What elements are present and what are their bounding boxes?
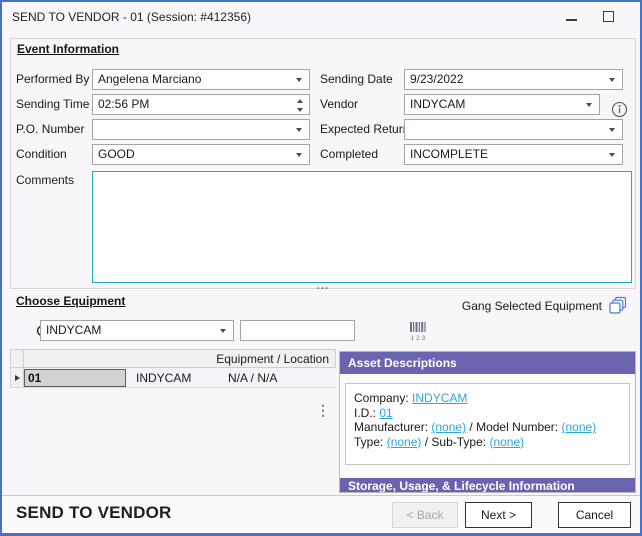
- cancel-button[interactable]: Cancel: [558, 502, 631, 528]
- vendor-info-button[interactable]: [611, 101, 628, 118]
- equipment-grid-header[interactable]: Equipment / Location: [11, 349, 336, 368]
- storage-usage-lifecycle-header: Storage, Usage, & Lifecycle Information: [340, 478, 635, 493]
- vendor-value: INDYCAM: [410, 97, 465, 111]
- barcode-input[interactable]: [240, 320, 355, 341]
- time-up-down-icon[interactable]: [294, 97, 306, 114]
- chevron-down-icon: [296, 78, 302, 82]
- type-label: Type:: [354, 435, 383, 449]
- equipment-company-cell[interactable]: INDYCAM: [136, 371, 216, 385]
- equipment-grid: Equipment / Location 01 INDYCAM N/A / N/…: [10, 349, 336, 388]
- barcode-digits: 1 2 3: [410, 335, 425, 342]
- chevron-down-icon: [609, 78, 615, 82]
- model-number-label: / Model Number:: [469, 420, 558, 434]
- equipment-id-cell[interactable]: 01: [24, 369, 126, 387]
- send-to-vendor-dialog: SEND TO VENDOR - 01 (Session: #412356) E…: [0, 0, 642, 536]
- expected-return-label: Expected Return: [320, 119, 409, 140]
- company-link[interactable]: INDYCAM: [412, 391, 467, 405]
- row-selector-cell[interactable]: [11, 368, 24, 387]
- asset-descriptions-header: Asset Descriptions: [340, 352, 635, 374]
- chevron-down-icon: [586, 103, 592, 107]
- vertical-splitter-handle[interactable]: ⋮: [316, 403, 330, 417]
- condition-value: GOOD: [98, 147, 135, 161]
- asset-info-panel: Asset Descriptions Company: INDYCAM I.D.…: [339, 351, 636, 493]
- chevron-down-icon: [220, 329, 226, 333]
- barcode-icon: 1 2 3: [408, 320, 428, 342]
- gang-selected-equipment[interactable]: Gang Selected Equipment: [432, 295, 628, 317]
- gang-selected-equipment-label: Gang Selected Equipment: [462, 299, 602, 313]
- performed-by-combo[interactable]: Angelena Marciano: [92, 69, 310, 90]
- company-filter-combo[interactable]: INDYCAM: [40, 320, 234, 341]
- condition-combo[interactable]: GOOD: [92, 144, 310, 165]
- window-title: SEND TO VENDOR - 01 (Session: #412356): [12, 10, 251, 24]
- comments-label: Comments: [16, 170, 74, 191]
- chevron-down-icon: [296, 128, 302, 132]
- completed-label: Completed: [320, 144, 378, 165]
- equipment-location-header: Equipment / Location: [24, 352, 335, 366]
- sending-time-label: Sending Time: [16, 94, 89, 115]
- chevron-down-icon: [609, 153, 615, 157]
- vendor-combo[interactable]: INDYCAM: [404, 94, 600, 115]
- minimize-button[interactable]: [558, 6, 584, 27]
- event-information-heading: Event Information: [17, 42, 119, 56]
- completed-value: INCOMPLETE: [410, 147, 488, 161]
- id-link[interactable]: 01: [379, 406, 392, 420]
- footer-bar: SEND TO VENDOR < Back Next > Cancel: [2, 496, 640, 533]
- sending-date-label: Sending Date: [320, 69, 393, 90]
- model-number-link[interactable]: (none): [561, 420, 596, 434]
- stacked-pages-icon: [608, 296, 628, 316]
- expected-return-combo[interactable]: [404, 119, 623, 140]
- po-number-combo[interactable]: [92, 119, 310, 140]
- subtype-label: / Sub-Type:: [425, 435, 486, 449]
- manufacturer-link[interactable]: (none): [431, 420, 466, 434]
- sending-date-combo[interactable]: 9/23/2022: [404, 69, 623, 90]
- horizontal-splitter-handle[interactable]: ...: [2, 280, 642, 292]
- subtype-link[interactable]: (none): [489, 435, 524, 449]
- company-filter-value: INDYCAM: [46, 323, 101, 337]
- back-button[interactable]: < Back: [392, 502, 458, 528]
- gang-stack-icon[interactable]: [608, 296, 628, 316]
- asset-descriptions-box: Company: INDYCAM I.D.: 01 Manufacturer: …: [345, 383, 630, 465]
- manufacturer-label: Manufacturer:: [354, 420, 428, 434]
- chevron-down-icon: [296, 153, 302, 157]
- sending-date-value: 9/23/2022: [410, 72, 463, 86]
- info-icon: [611, 101, 628, 118]
- type-link[interactable]: (none): [387, 435, 422, 449]
- maximize-icon: [603, 11, 614, 22]
- comments-textarea[interactable]: [92, 171, 632, 283]
- current-row-arrow-icon: [15, 375, 20, 381]
- maximize-button[interactable]: [595, 6, 621, 27]
- row-selector-header: [11, 350, 24, 367]
- completed-combo[interactable]: INCOMPLETE: [404, 144, 623, 165]
- choose-equipment-heading: Choose Equipment: [16, 294, 125, 308]
- equipment-row[interactable]: 01 INDYCAM N/A / N/A: [11, 368, 336, 388]
- condition-label: Condition: [16, 144, 67, 165]
- sending-time-value: 02:56 PM: [98, 97, 149, 111]
- company-label: Company:: [354, 391, 409, 405]
- sending-time-spinner[interactable]: 02:56 PM: [92, 94, 310, 115]
- minimize-icon: [566, 19, 577, 21]
- id-label: I.D.:: [354, 406, 376, 420]
- po-number-label: P.O. Number: [16, 119, 84, 140]
- chevron-down-icon: [609, 128, 615, 132]
- vendor-label: Vendor: [320, 94, 358, 115]
- equipment-location-cell[interactable]: N/A / N/A: [228, 371, 277, 385]
- title-bar: SEND TO VENDOR - 01 (Session: #412356): [2, 2, 640, 31]
- performed-by-value: Angelena Marciano: [98, 72, 201, 86]
- next-button[interactable]: Next >: [465, 502, 532, 528]
- performed-by-label: Performed By: [16, 69, 89, 90]
- barcode-scan-button[interactable]: 1 2 3: [408, 320, 428, 342]
- footer-title: SEND TO VENDOR: [16, 503, 172, 523]
